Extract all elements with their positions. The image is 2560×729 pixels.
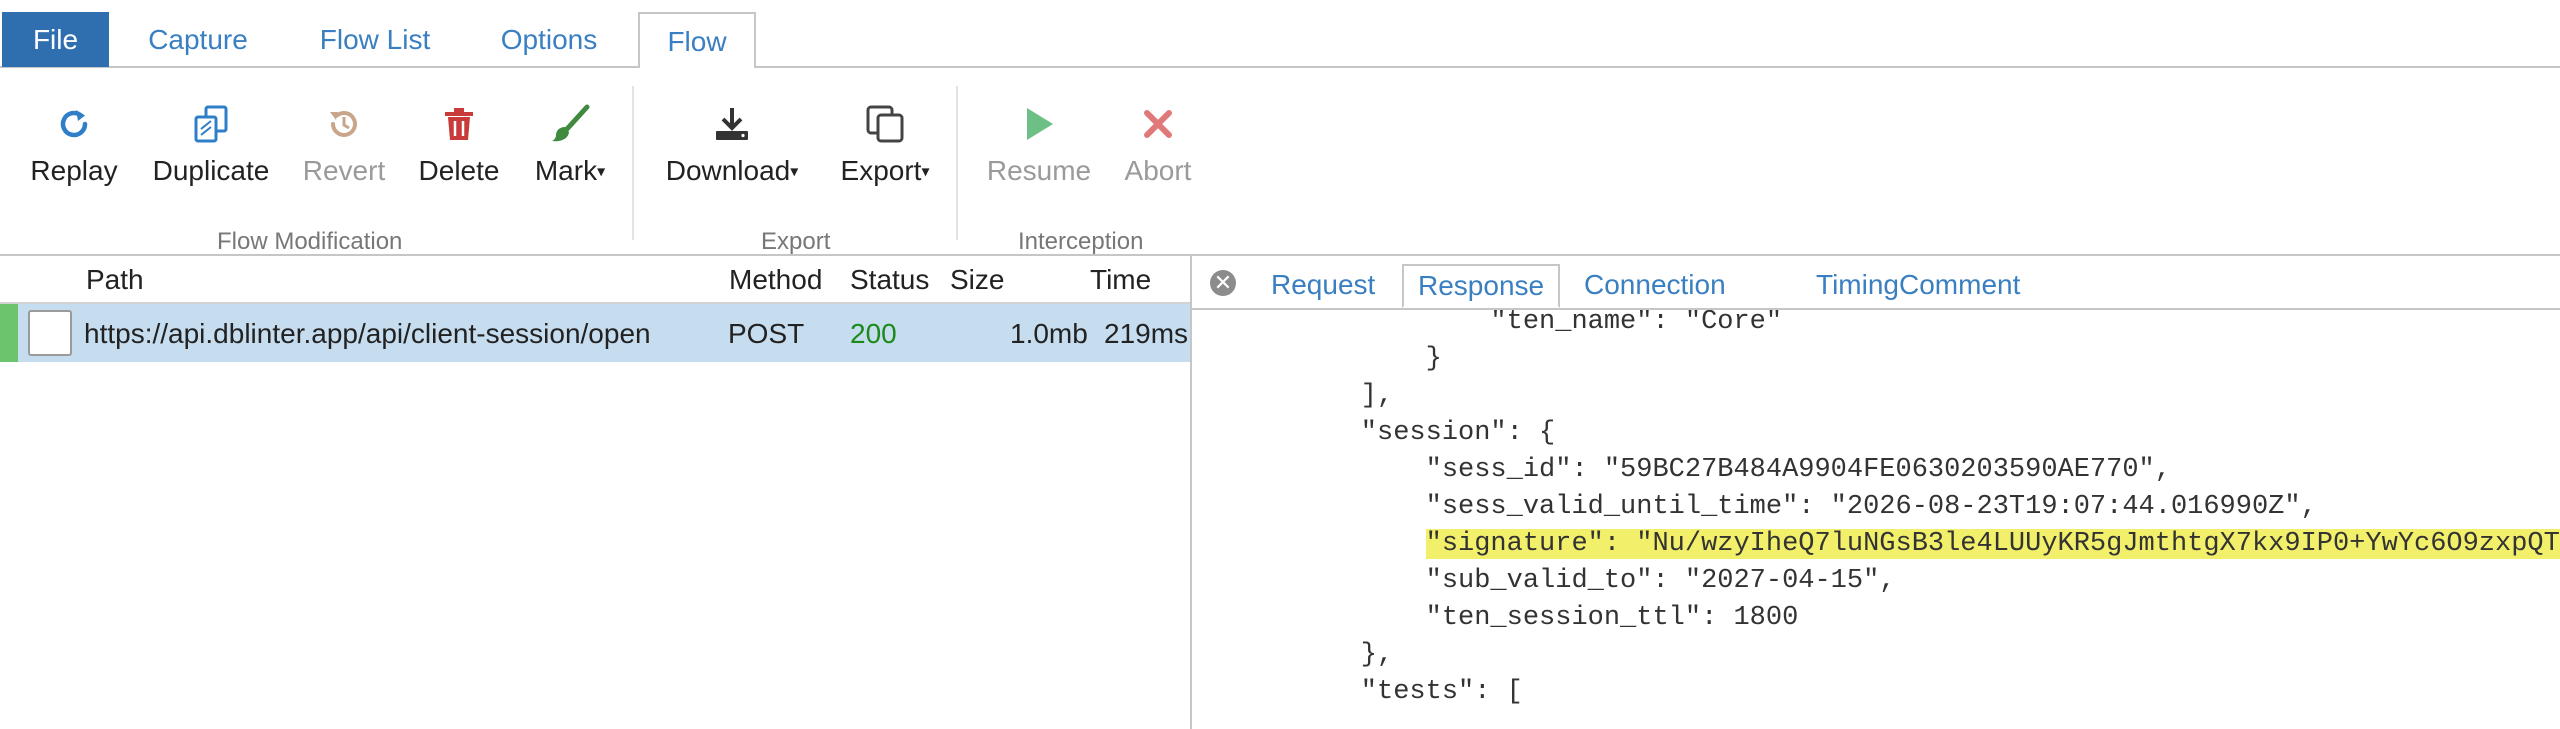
tab-request[interactable]: Request [1271, 266, 1375, 304]
export-button[interactable]: Export▾ [834, 98, 936, 190]
group-label-interception: Interception [1018, 228, 1144, 255]
flow-path: https://api.dblinter.app/api/client-sess… [84, 318, 651, 349]
flow-time: 219ms [1104, 318, 1189, 349]
abort-x-icon [1118, 98, 1198, 150]
replay-button[interactable]: Replay [26, 98, 122, 188]
column-header-status[interactable]: Status [850, 264, 929, 296]
flow-detail-pane: ✕ Request Response Connection Timing Com… [1192, 256, 2560, 729]
tab-flow[interactable]: Flow [638, 12, 756, 70]
column-header-path[interactable]: Path [86, 264, 144, 296]
delete-label: Delete [418, 155, 500, 186]
group-label-export: Export [761, 228, 831, 255]
detail-tabs: ✕ Request Response Connection Timing Com… [1192, 256, 2560, 310]
code-line: "ten_name": "Core" [1296, 310, 1783, 337]
abort-button[interactable]: Abort [1118, 98, 1198, 188]
code-line: }, [1296, 640, 1394, 670]
flow-status: 200 [850, 318, 897, 349]
tab-comment[interactable]: Comment [1899, 266, 2020, 304]
signature-highlight: "signature": "Nu/wzyIheQ7luNGsB3le4LUUyK… [1425, 529, 2560, 559]
replay-icon [26, 98, 122, 150]
tab-flow-list[interactable]: Flow List [300, 12, 450, 68]
replay-label: Replay [30, 155, 118, 186]
download-caret: ▾ [790, 163, 799, 181]
code-line: "tests": [ [1296, 677, 1523, 707]
tab-options[interactable]: Options [486, 12, 612, 68]
flow-method: POST [728, 318, 805, 349]
mark-caret: ▾ [597, 163, 606, 181]
mark-label: Mark [534, 155, 598, 186]
tab-file[interactable]: File [2, 12, 109, 67]
response-body[interactable]: "ten_name": "Core" } ], "session": { "se… [1192, 310, 2560, 729]
flow-list-header: Path Method Status Size Time [0, 256, 1190, 304]
close-detail-icon[interactable]: ✕ [1210, 270, 1236, 296]
code-line: } [1296, 344, 1442, 374]
mark-button[interactable]: Mark▾ [528, 98, 612, 190]
tab-timing[interactable]: Timing [1816, 266, 1899, 304]
group-label-flow-modification: Flow Modification [217, 228, 403, 255]
code-line-highlighted: "signature": "Nu/wzyIheQ7luNGsB3le4LUUyK… [1296, 526, 2560, 563]
download-button[interactable]: Download▾ [662, 98, 802, 190]
document-icon [28, 310, 72, 356]
flow-marker [0, 304, 18, 362]
ribbon-divider [632, 86, 634, 240]
play-icon [984, 98, 1094, 150]
resume-button[interactable]: Resume [984, 98, 1094, 188]
flow-row[interactable]: https://api.dblinter.app/api/client-sess… [0, 304, 1190, 362]
code-line: "ten_session_ttl": 1800 [1296, 603, 1799, 633]
duplicate-button[interactable]: Duplicate [146, 98, 276, 188]
code-line: "sess_id": "59BC27B484A9904FE0630203590A… [1296, 455, 2171, 485]
delete-button[interactable]: Delete [412, 98, 506, 188]
flow-list-pane: Path Method Status Size Time https://api… [0, 256, 1190, 729]
revert-label: Revert [302, 155, 386, 186]
code-line: "sess_valid_until_time": "2026-08-23T19:… [1296, 492, 2317, 522]
duplicate-icon [146, 98, 276, 150]
export-label: Export [840, 155, 922, 186]
code-line: "session": { [1296, 418, 1556, 448]
column-header-method[interactable]: Method [729, 264, 822, 296]
code-line: ], [1296, 381, 1394, 411]
resume-label: Resume [986, 155, 1092, 186]
revert-icon [298, 98, 390, 150]
download-label: Download [665, 155, 791, 186]
code-line: "sub_valid_to": "2027-04-15", [1296, 566, 1896, 596]
duplicate-label: Duplicate [152, 155, 270, 186]
column-header-size[interactable]: Size [950, 264, 1004, 296]
trash-icon [412, 98, 506, 150]
abort-label: Abort [1124, 155, 1192, 186]
export-icon [834, 98, 936, 150]
export-caret: ▾ [921, 163, 930, 181]
paintbrush-icon [528, 98, 612, 150]
ribbon-divider [956, 86, 958, 240]
ribbon-toolbar: Replay Duplicate Revert Delete Mark▾ Flo… [0, 68, 2560, 256]
column-header-time[interactable]: Time [1090, 264, 1151, 296]
tab-connection[interactable]: Connection [1584, 266, 1726, 304]
download-icon [662, 98, 802, 150]
revert-button[interactable]: Revert [298, 98, 390, 188]
menu-bar: File Capture Flow List Options Flow [0, 0, 2560, 70]
tab-response[interactable]: Response [1402, 264, 1561, 308]
flow-size: 1.0mb [1010, 318, 1088, 349]
tab-capture[interactable]: Capture [128, 12, 268, 68]
